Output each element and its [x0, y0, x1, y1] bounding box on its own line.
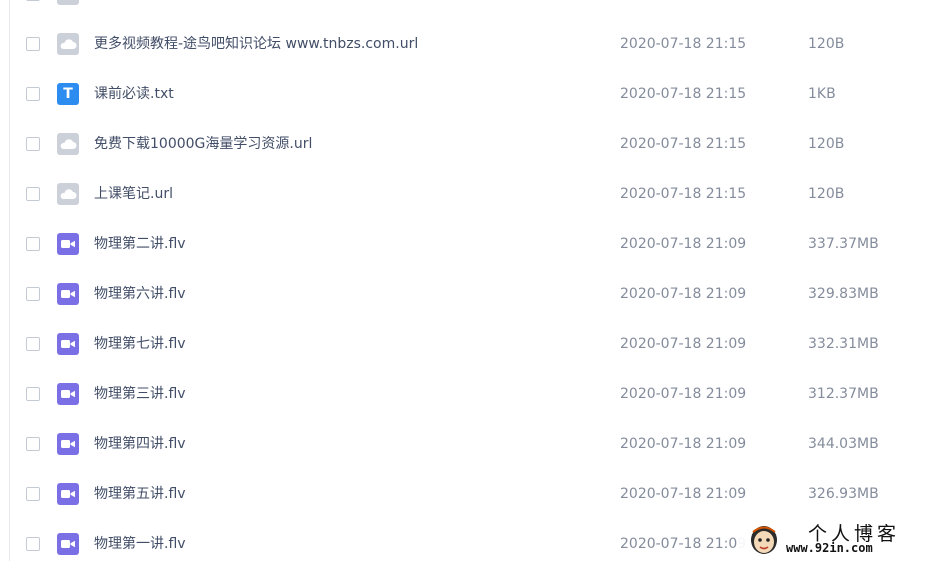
file-name[interactable]: 物理第一讲.flv: [94, 519, 186, 569]
file-size: 120B: [808, 0, 844, 19]
file-row[interactable]: 免费下载10000G海量学习资源.url 2020-07-18 21:15 12…: [0, 119, 938, 169]
row-checkbox[interactable]: [26, 287, 40, 301]
file-size: 312.37MB: [808, 386, 879, 402]
file-size: 332.31MB: [808, 336, 879, 352]
file-size: 120B: [808, 36, 845, 52]
file-name[interactable]: 本课程来自途鸟吧知识论坛·分享者学习: [94, 0, 336, 19]
file-name[interactable]: 免费下载10000G海量学习资源.url: [94, 119, 312, 169]
file-row[interactable]: 上课笔记.url 2020-07-18 21:15 120B: [0, 169, 938, 219]
row-checkbox[interactable]: [26, 537, 40, 551]
file-list: 本课程来自途鸟吧知识论坛·分享者学习 2020-07-18 21:15 120B…: [0, 0, 938, 569]
file-size: 1KB: [808, 86, 836, 102]
video-file-icon: [57, 433, 79, 455]
file-date: 2020-07-18 21:09: [620, 436, 747, 452]
file-row[interactable]: T 课前必读.txt 2020-07-18 21:15 1KB: [0, 69, 938, 119]
file-row[interactable]: 物理第七讲.flv 2020-07-18 21:09 332.31MB: [0, 319, 938, 369]
cloud-link-icon: [57, 133, 79, 155]
file-row[interactable]: 物理第五讲.flv 2020-07-18 21:09 326.93MB: [0, 469, 938, 519]
file-size: 326.93MB: [808, 486, 879, 502]
video-file-icon: [57, 483, 79, 505]
file-name[interactable]: 上课笔记.url: [94, 169, 173, 219]
video-file-icon: [57, 283, 79, 305]
file-row[interactable]: 本课程来自途鸟吧知识论坛·分享者学习 2020-07-18 21:15 120B: [0, 0, 938, 19]
file-row[interactable]: 物理第四讲.flv 2020-07-18 21:09 344.03MB: [0, 419, 938, 469]
file-date: 2020-07-18 21:15: [620, 186, 747, 202]
cloud-link-icon: [57, 183, 79, 205]
file-name[interactable]: 物理第七讲.flv: [94, 319, 186, 369]
file-date: 2020-07-18 21:15: [620, 36, 747, 52]
file-date: 2020-07-18 21:09: [620, 236, 747, 252]
cloud-link-icon: [57, 0, 79, 5]
file-name[interactable]: 课前必读.txt: [94, 69, 174, 119]
file-date: 2020-07-18 21:09: [620, 486, 747, 502]
file-size: 120B: [808, 186, 845, 202]
row-checkbox[interactable]: [26, 237, 40, 251]
video-file-icon: [57, 383, 79, 405]
row-checkbox[interactable]: [26, 37, 40, 51]
file-name[interactable]: 物理第四讲.flv: [94, 419, 186, 469]
row-checkbox[interactable]: [26, 137, 40, 151]
cartoon-face-icon: [751, 526, 777, 554]
file-date: 2020-07-18 21:15: [620, 0, 746, 19]
file-date: 2020-07-18 21:15: [620, 86, 747, 102]
cloud-link-icon: [57, 33, 79, 55]
file-size: 337.37MB: [808, 236, 879, 252]
file-date: 2020-07-18 21:15: [620, 136, 747, 152]
text-file-icon: T: [57, 83, 79, 105]
row-checkbox[interactable]: [26, 87, 40, 101]
row-checkbox[interactable]: [26, 387, 40, 401]
file-name[interactable]: 物理第二讲.flv: [94, 219, 186, 269]
file-name[interactable]: 物理第六讲.flv: [94, 269, 186, 319]
file-size: 120B: [808, 136, 845, 152]
watermark: 个人博客 www.92in.com: [738, 516, 938, 561]
file-row[interactable]: 物理第三讲.flv 2020-07-18 21:09 312.37MB: [0, 369, 938, 419]
file-date: 2020-07-18 21:09: [620, 336, 747, 352]
file-name[interactable]: 物理第三讲.flv: [94, 369, 186, 419]
video-file-icon: [57, 233, 79, 255]
row-checkbox[interactable]: [26, 437, 40, 451]
file-date: 2020-07-18 21:09: [620, 536, 747, 552]
file-size: 329.83MB: [808, 286, 879, 302]
row-checkbox[interactable]: [26, 187, 40, 201]
file-row[interactable]: 物理第二讲.flv 2020-07-18 21:09 337.37MB: [0, 219, 938, 269]
file-date: 2020-07-18 21:09: [620, 386, 747, 402]
row-checkbox[interactable]: [26, 337, 40, 351]
video-file-icon: [57, 333, 79, 355]
file-row[interactable]: 更多视频教程-途鸟吧知识论坛 www.tnbzs.com.url 2020-07…: [0, 19, 938, 69]
file-date: 2020-07-18 21:09: [620, 286, 747, 302]
row-checkbox[interactable]: [26, 0, 40, 1]
file-name[interactable]: 物理第五讲.flv: [94, 469, 186, 519]
watermark-url: www.92in.com: [786, 541, 873, 555]
file-row[interactable]: 物理第六讲.flv 2020-07-18 21:09 329.83MB: [0, 269, 938, 319]
row-checkbox[interactable]: [26, 487, 40, 501]
video-file-icon: [57, 533, 79, 555]
file-size: 344.03MB: [808, 436, 879, 452]
file-name[interactable]: 更多视频教程-途鸟吧知识论坛 www.tnbzs.com.url: [94, 19, 418, 69]
